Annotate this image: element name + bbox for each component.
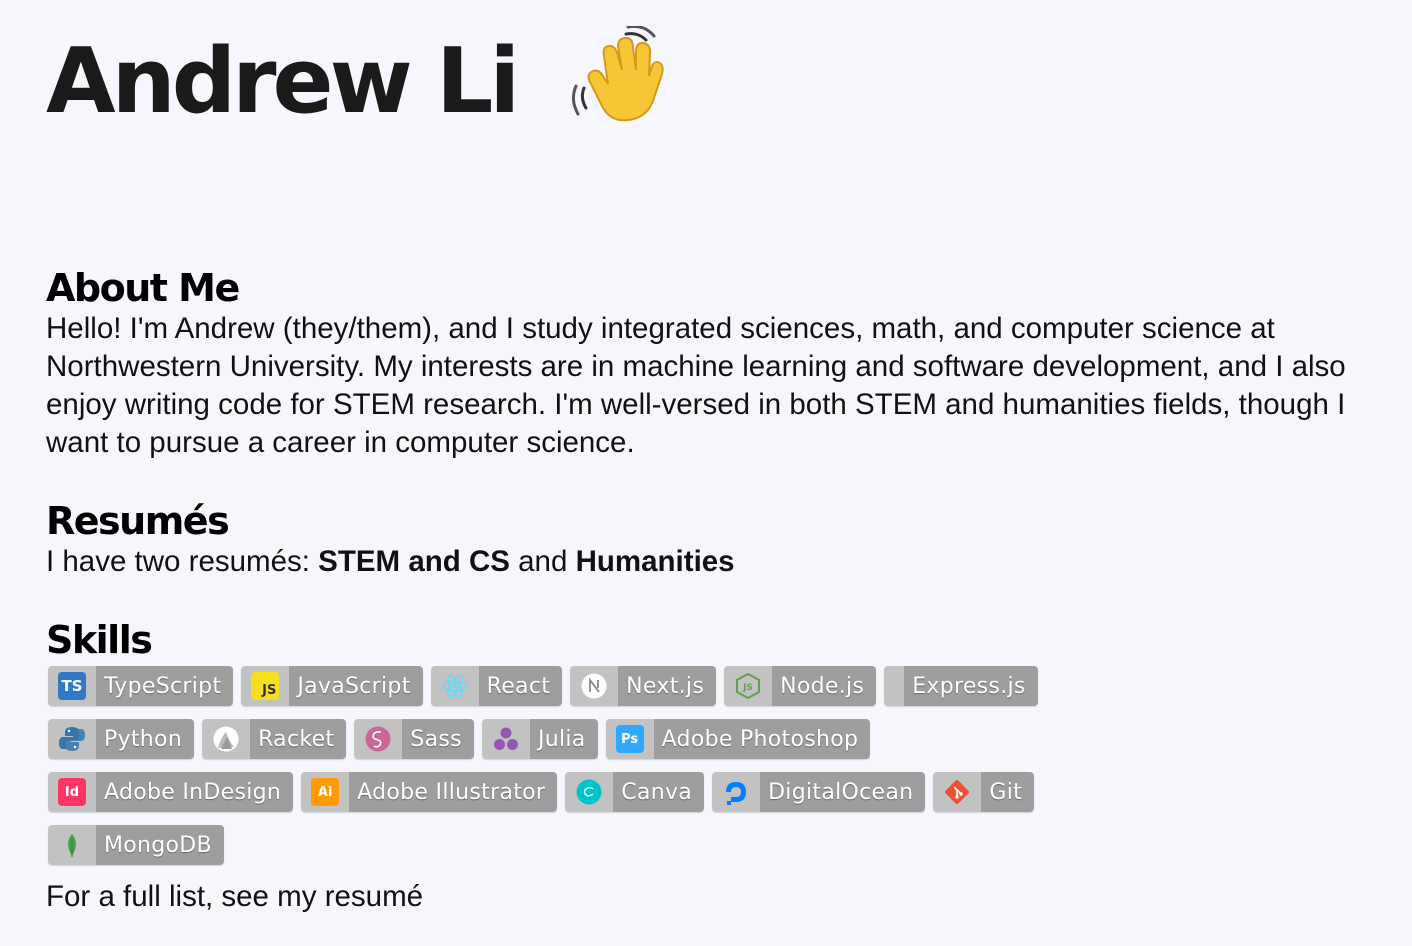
sass-icon — [365, 726, 391, 752]
about-text: Hello! I'm Andrew (they/them), and I stu… — [46, 312, 1346, 459]
skills-section: Skills TS TypeScript JS JavaScript React… — [46, 618, 1396, 916]
canva-icon — [576, 779, 602, 805]
resumes-prefix: I have two resumés: — [46, 545, 319, 578]
skill-badge-react: React — [430, 666, 563, 706]
expressjs-icon — [894, 686, 895, 687]
git-icon — [945, 780, 970, 804]
skill-badge-julia: Julia — [481, 719, 598, 759]
skill-badge-python: Python — [48, 719, 195, 759]
skills-footer-prefix: For a full list, see my — [46, 880, 325, 913]
full-resume-link[interactable]: resumé — [325, 880, 423, 913]
skill-badge-nextjs: Next.js — [570, 666, 717, 706]
hero-title: Andrew Li — [46, 29, 520, 134]
skill-badge-sass: Sass — [354, 719, 474, 759]
about-section: About Me Hello! I'm Andrew (they/them), … — [46, 266, 1396, 462]
about-heading: About Me — [46, 266, 240, 310]
skill-badge-digitalocean: DigitalOcean — [712, 772, 926, 812]
skills-badges: TS TypeScript JS JavaScript React Next.j… — [46, 666, 1046, 878]
page: Andrew Li About Me Hello! I'm Andrew (th… — [0, 0, 1412, 946]
skill-badge-photoshop: Ps Adobe Photoshop — [605, 719, 871, 759]
skills-heading: Skills — [46, 618, 153, 662]
skill-badge-canva: Canva — [565, 772, 705, 812]
nodejs-icon: JS — [736, 672, 761, 700]
julia-icon — [493, 727, 518, 750]
resume-stem-link[interactable]: STEM and CS — [318, 545, 510, 578]
resumes-text: I have two resumés: STEM and CS and Huma… — [46, 543, 735, 581]
resumes-section: Resumés I have two resumés: STEM and CS … — [46, 499, 735, 581]
digitalocean-icon — [726, 782, 747, 805]
skill-badge-indesign: Id Adobe InDesign — [48, 772, 294, 812]
skill-badge-mongodb: MongoDB — [48, 825, 224, 865]
react-icon — [441, 674, 468, 698]
photoshop-icon: Ps — [615, 725, 644, 753]
javascript-icon: JS — [251, 672, 280, 700]
skill-badge-git: Git — [933, 772, 1035, 812]
python-icon — [59, 727, 85, 751]
mongodb-icon — [68, 834, 76, 857]
illustrator-icon: Ai — [311, 778, 340, 806]
resumes-heading: Resumés — [46, 499, 230, 543]
waving-hand-icon — [572, 26, 664, 122]
resume-humanities-link[interactable]: Humanities — [576, 545, 735, 578]
hero: Andrew Li — [46, 22, 666, 142]
nextjs-icon — [581, 673, 607, 699]
skills-footer: For a full list, see my resumé — [46, 878, 1396, 916]
skill-badge-typescript: TS TypeScript — [48, 666, 234, 706]
svg-text:JS: JS — [742, 683, 753, 693]
skill-badge-javascript: JS JavaScript — [241, 666, 423, 706]
resumes-middle: and — [509, 545, 576, 578]
racket-icon — [213, 726, 239, 752]
indesign-icon: Id — [58, 778, 86, 806]
typescript-icon: TS — [58, 672, 86, 700]
skill-badge-nodejs: JS Node.js — [724, 666, 877, 706]
skill-badge-expressjs: Express.js — [884, 666, 1038, 706]
skill-badge-racket: Racket — [202, 719, 347, 759]
skill-badge-illustrator: Ai Adobe Illustrator — [301, 772, 558, 812]
